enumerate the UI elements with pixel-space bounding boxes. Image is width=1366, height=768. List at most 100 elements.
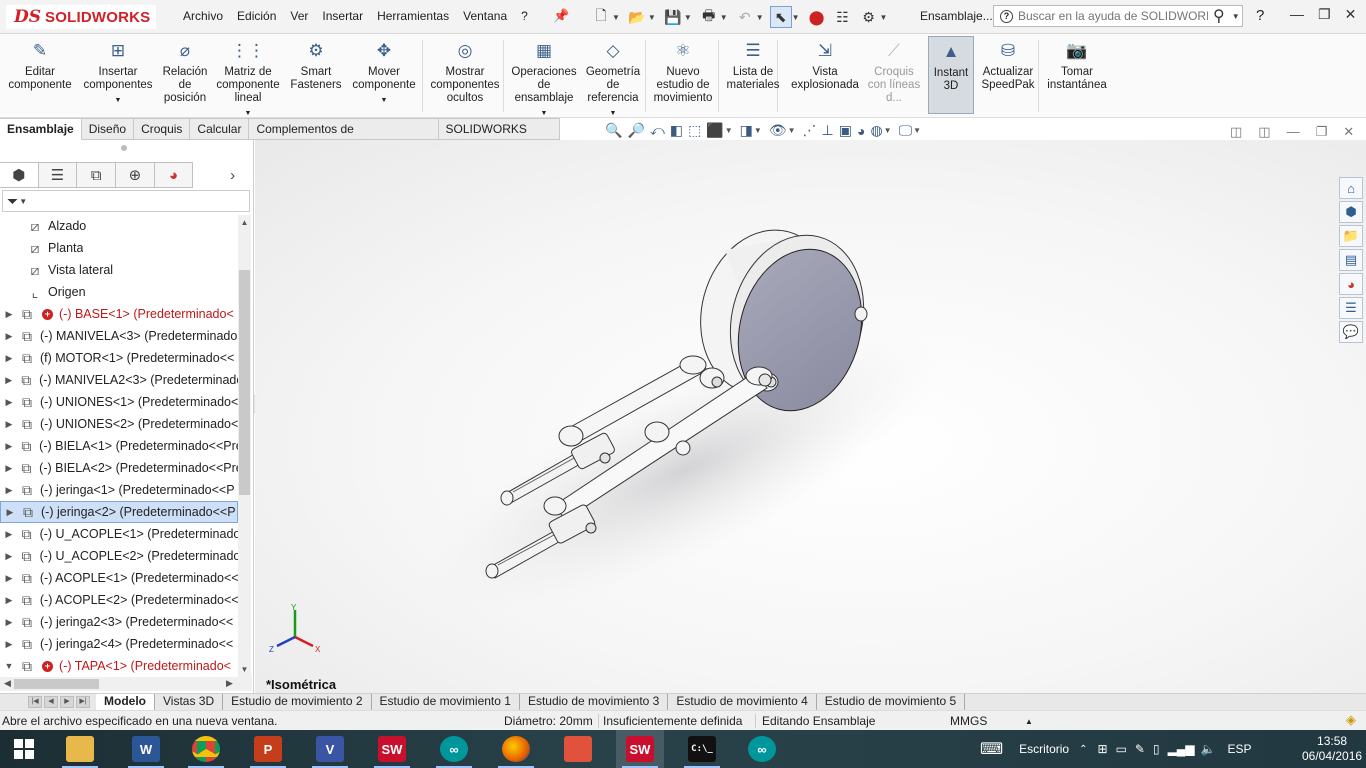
tree-item[interactable]: ▶ ⧉ (f) MOTOR<1> (Predeterminado<<	[0, 347, 238, 369]
appearances-icon[interactable]: ◕	[1339, 273, 1363, 295]
taskbar-app-file-explorer[interactable]	[56, 730, 104, 768]
help-search-input[interactable]	[1018, 9, 1208, 23]
chevron-right-icon[interactable]: ▶	[0, 331, 18, 342]
chevron-right-icon[interactable]: ›	[213, 162, 252, 188]
assembly-model[interactable]: Y X Z	[255, 140, 1366, 693]
chevron-right-icon[interactable]: ▶	[0, 375, 18, 386]
home-icon[interactable]: ⌂	[1339, 177, 1363, 199]
minimize-icon[interactable]: —	[1290, 6, 1304, 23]
ribbon-button-4[interactable]: ⚙ Smart Fasteners	[288, 38, 344, 92]
chevron-right-icon[interactable]: ▶	[0, 485, 18, 496]
panel-grip[interactable]	[121, 145, 127, 151]
taskbar-app-arduino-b[interactable]: ∞	[738, 730, 786, 768]
chevron-right-icon[interactable]: ▶	[0, 397, 18, 408]
command-tab-0[interactable]: Ensamblaje	[0, 118, 82, 140]
split-left-icon[interactable]: ◫	[1230, 124, 1242, 140]
chevron-right-icon[interactable]: ▶	[0, 419, 18, 430]
viewport-minimize-icon[interactable]: —	[1287, 124, 1300, 140]
bottom-tab-1[interactable]: Vistas 3D	[155, 694, 224, 710]
chevron-down-icon[interactable]: ▼	[0, 661, 18, 671]
help-search-box[interactable]: ? ⚲ ▼	[993, 5, 1243, 27]
chevron-down-icon[interactable]: ▼	[720, 13, 728, 22]
menu-item-2[interactable]: Ver	[283, 9, 315, 23]
rebuild-traffic-light-icon[interactable]: ⬤	[806, 6, 828, 28]
hide-show-items-icon[interactable]: 👁	[769, 122, 787, 139]
command-tab-3[interactable]: Calcular	[190, 118, 250, 140]
apply-scene-icon[interactable]: ⊥	[822, 122, 834, 139]
tree-vertical-scrollbar[interactable]: ▲ ▼	[238, 215, 251, 677]
feature-tree-tab-icon[interactable]: ⬢	[0, 162, 39, 188]
chevron-right-icon[interactable]: ▶	[0, 463, 18, 474]
pin-icon[interactable]: 📌	[553, 8, 569, 24]
restore-icon[interactable]: ❐	[1318, 6, 1331, 23]
chevron-right-icon[interactable]: ▶	[0, 529, 18, 540]
viewport-restore-icon[interactable]: ❐	[1316, 124, 1328, 140]
taskbar-app-firefox[interactable]	[492, 730, 540, 768]
menu-item-4[interactable]: Herramientas	[370, 9, 456, 23]
command-tab-2[interactable]: Croquis	[134, 118, 191, 140]
graphics-area[interactable]: Y X Z *Isométrica	[255, 140, 1366, 693]
edit-appearance-icon[interactable]: ⋰	[803, 122, 817, 139]
chevron-down-icon[interactable]: ▼	[648, 13, 656, 22]
tree-item[interactable]: ▶ ⧉ (-) BIELA<2> (Predeterminado<<Pre	[0, 457, 238, 479]
last-tab-icon[interactable]: ▶|	[76, 696, 90, 708]
dimxpert-tab-icon[interactable]: ⊕	[116, 162, 155, 188]
menu-item-0[interactable]: Archivo	[176, 9, 230, 23]
taskbar-app-powerpoint[interactable]: P	[244, 730, 292, 768]
options-gear-icon[interactable]: ⚙	[858, 6, 880, 28]
taskbar-app-solidworks-2016-a[interactable]: SW	[368, 730, 416, 768]
prev-tab-icon[interactable]: ◀	[44, 696, 58, 708]
battery-icon[interactable]: ▯	[1153, 742, 1160, 756]
tree-item[interactable]: ▼ ⧉ + (-) TAPA<1> (Predeterminado<	[0, 655, 238, 677]
tree-item[interactable]: ▶ ⧉ (-) U_ACOPLE<1> (Predeterminado	[0, 523, 238, 545]
windows-flag-icon[interactable]: ⊞	[1098, 742, 1108, 756]
wifi-signal-icon[interactable]: ▂▄▆	[1168, 742, 1195, 756]
tree-item[interactable]: ▶ ⧉ (-) jeringa2<3> (Predeterminado<<	[0, 611, 238, 633]
menu-item-5[interactable]: Ventana	[456, 9, 514, 23]
ribbon-button-0[interactable]: ✎ Editar componente	[6, 38, 74, 92]
previous-view-icon[interactable]: ⤺	[650, 122, 665, 139]
display-style-icon[interactable]: ◨	[740, 122, 753, 139]
tree-item[interactable]: ▶ ⧉ (-) UNIONES<2> (Predeterminado<	[0, 413, 238, 435]
chevron-right-icon[interactable]: ▶	[0, 551, 18, 562]
taskbar-app-chrome[interactable]	[182, 730, 230, 768]
tree-item[interactable]: ▶ ⧉ + (-) BASE<1> (Predeterminado<	[0, 303, 238, 325]
tree-item[interactable]: ▶ ⧉ (-) BIELA<1> (Predeterminado<<Pre	[0, 435, 238, 457]
file-explorer-icon[interactable]: 📁	[1339, 225, 1363, 247]
view-orientation-icon[interactable]: ⬛	[706, 122, 723, 139]
view-palette-icon[interactable]: ▤	[1339, 249, 1363, 271]
chevron-down-icon[interactable]: ▼	[913, 126, 921, 135]
command-tab-5[interactable]: SOLIDWORKS MBD	[438, 118, 560, 157]
ribbon-button-1[interactable]: ⊞ Insertar componentes ▼	[83, 38, 152, 107]
tree-filter[interactable]: ⏷ ▼	[2, 190, 250, 212]
custom-properties-icon[interactable]: ☰	[1339, 297, 1363, 319]
zoom-to-fit-icon[interactable]: 🔍	[605, 122, 622, 139]
desktop-toolbar[interactable]: Escritorio	[1019, 742, 1069, 756]
scroll-thumb[interactable]	[239, 270, 250, 495]
language-indicator[interactable]: ESP	[1228, 742, 1252, 756]
action-center-icon[interactable]: ▭	[1116, 742, 1127, 756]
close-icon[interactable]: ✕	[1345, 6, 1357, 23]
menu-item-6[interactable]: ?	[514, 9, 535, 23]
chevron-down-icon[interactable]: ▼	[684, 13, 692, 22]
ribbon-button-15[interactable]: 📷 Tomar instantánea	[1042, 38, 1112, 92]
taskbar-app-cmd[interactable]: C:\_	[678, 730, 726, 768]
tree-item[interactable]: ▶ ⧉ (-) ACOPLE<1> (Predeterminado<<	[0, 567, 238, 589]
search-icon[interactable]: ⚲	[1213, 6, 1225, 26]
clock[interactable]: 13:58 06/04/2016	[1302, 734, 1362, 764]
ribbon-button-7[interactable]: ▦ Operaciones de ensamblaje ▼	[508, 38, 580, 120]
select-pointer-icon[interactable]: ⬉	[769, 6, 792, 28]
chevron-right-icon[interactable]: ▶	[0, 617, 18, 628]
split-right-icon[interactable]: ◫	[1258, 124, 1270, 140]
ribbon-button-6[interactable]: ◎ Mostrar componentes ocultos	[428, 38, 502, 105]
chevron-down-icon[interactable]: ▼	[880, 13, 888, 22]
next-tab-icon[interactable]: ▶	[60, 696, 74, 708]
taskbar-app-arduino-a[interactable]: ∞	[430, 730, 478, 768]
chevron-down-icon[interactable]: ▼	[725, 126, 733, 135]
scroll-down-icon[interactable]: ▼	[238, 665, 251, 674]
bottom-tab-0[interactable]: Modelo	[96, 694, 155, 710]
bottom-tab-2[interactable]: Estudio de movimiento 2	[223, 694, 372, 710]
tree-item[interactable]: ⌞ Origen	[0, 281, 238, 303]
ribbon-button-12[interactable]: ⟋ Croquis con líneas d...	[864, 38, 924, 105]
chevron-down-icon[interactable]: ▼	[381, 94, 388, 107]
